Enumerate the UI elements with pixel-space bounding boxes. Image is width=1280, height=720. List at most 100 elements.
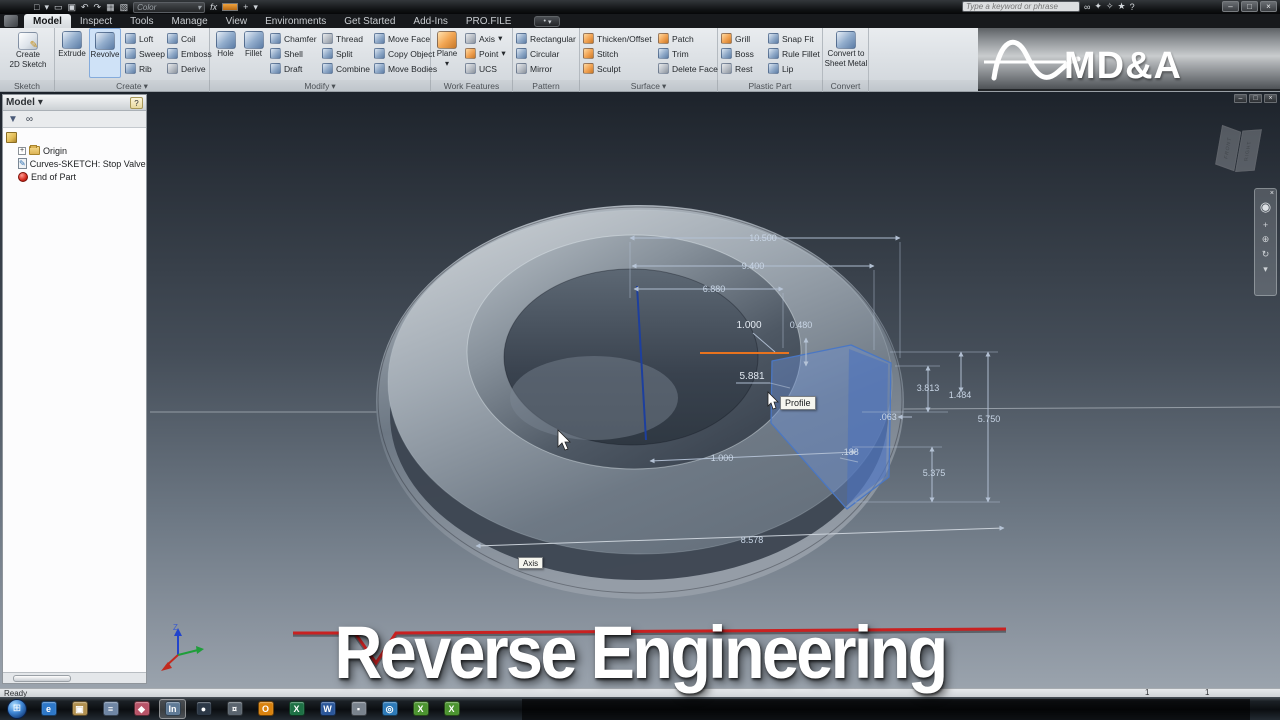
point-button[interactable]: Point ▾	[465, 47, 506, 60]
tab-view[interactable]: View	[217, 14, 257, 28]
taskbar-green-app-1[interactable]: X	[407, 699, 434, 719]
circular-pattern-button[interactable]: Circular	[516, 47, 576, 60]
create-2d-sketch-button[interactable]: Create 2D Sketch	[5, 29, 51, 70]
loft-button[interactable]: Loft	[125, 32, 165, 45]
search-input[interactable]	[962, 1, 1080, 12]
3d-viewport-canvas[interactable]: – □ × 10.500 9.400 6.880 1.000 0.480 5.8…	[0, 92, 1280, 690]
scrollbar-thumb[interactable]	[13, 674, 71, 682]
shell-button[interactable]: Shell	[270, 47, 317, 60]
emboss-button[interactable]: Emboss	[167, 47, 212, 60]
expander-icon[interactable]: +	[18, 146, 26, 155]
browser-header[interactable]: Model ▾ ?	[3, 95, 146, 111]
view-cube[interactable]: FRONT RIGHT	[1205, 113, 1273, 186]
tab-model[interactable]: Model	[24, 14, 71, 28]
mirror-button[interactable]: Mirror	[516, 62, 576, 75]
restore-button[interactable]: □	[1241, 1, 1258, 12]
taskbar-word[interactable]: W	[314, 699, 341, 719]
rectangular-pattern-button[interactable]: Rectangular	[516, 32, 576, 45]
filter-icon[interactable]: ▼	[8, 114, 18, 125]
derive-button[interactable]: Derive	[167, 62, 212, 75]
redo-icon[interactable]: ↷	[94, 2, 102, 12]
extrude-button[interactable]: Extrude	[57, 28, 87, 59]
orbit-icon[interactable]: ↻	[1262, 249, 1270, 260]
coil-button[interactable]: Coil	[167, 32, 212, 45]
find-icon[interactable]: ∞	[26, 114, 33, 125]
snap-fit-button[interactable]: Snap Fit	[768, 32, 820, 45]
tab-add-ins[interactable]: Add-Ins	[404, 14, 456, 28]
taskbar-green-app-2[interactable]: X	[438, 699, 465, 719]
thicken-offset-button[interactable]: Thicken/Offset	[583, 32, 652, 45]
search-binoculars-icon[interactable]: ∞	[1084, 2, 1090, 12]
rib-button[interactable]: Rib	[125, 62, 165, 75]
application-menu-icon[interactable]	[4, 15, 18, 27]
chamfer-button[interactable]: Chamfer	[270, 32, 317, 45]
sculpt-button[interactable]: Sculpt	[583, 62, 652, 75]
tab-environments[interactable]: Environments	[256, 14, 335, 28]
taskbar-notes-app[interactable]: ≡	[97, 699, 124, 719]
delete-face-button[interactable]: Delete Face	[658, 62, 718, 75]
tree-item-curves-sketch[interactable]: ✎ Curves-SKETCH: Stop Valve Sea	[18, 157, 146, 170]
browser-help-button[interactable]: ?	[130, 96, 143, 109]
rest-button[interactable]: Rest	[721, 62, 754, 75]
tab-inspect[interactable]: Inspect	[71, 14, 121, 28]
thread-button[interactable]: Thread	[322, 32, 370, 45]
revolve-button[interactable]: Revolve	[89, 28, 121, 78]
taskbar-internet-explorer[interactable]: e	[35, 699, 62, 719]
copy-object-button[interactable]: Copy Object	[374, 47, 437, 60]
tree-item-origin[interactable]: + Origin	[18, 144, 146, 157]
tab-profile[interactable]: PRO.FILE	[457, 14, 521, 28]
help-icon[interactable]: ?	[1130, 2, 1135, 12]
zoom-icon[interactable]: ⊕	[1262, 234, 1270, 245]
minimize-button[interactable]: –	[1222, 1, 1239, 12]
subscription-icon[interactable]: ✦	[1094, 1, 1102, 12]
tree-item-end-of-part[interactable]: End of Part	[18, 170, 146, 183]
undo-icon[interactable]: ↶	[81, 2, 89, 12]
pan-icon[interactable]: +	[1263, 220, 1268, 230]
trim-button[interactable]: Trim	[658, 47, 718, 60]
taskbar-phone-app[interactable]: ▪	[345, 699, 372, 719]
communication-center-icon[interactable]: ✧	[1106, 1, 1114, 12]
taskbar-media-app[interactable]: ◆	[128, 699, 155, 719]
move-bodies-button[interactable]: Move Bodies	[374, 62, 437, 75]
navbar-more-icon[interactable]: ▾	[1263, 264, 1268, 275]
toolbar-options-caret-icon[interactable]: ▾	[253, 2, 258, 12]
save-file-icon[interactable]: ▣	[67, 2, 76, 12]
toolbar-extra-button[interactable]: • ▾	[534, 16, 561, 27]
steering-wheel-icon[interactable]: ◉	[1260, 199, 1271, 215]
close-button[interactable]: ×	[1260, 1, 1277, 12]
boss-button[interactable]: Boss	[721, 47, 754, 60]
draft-button[interactable]: Draft	[270, 62, 317, 75]
ucs-button[interactable]: UCS	[465, 62, 506, 75]
taskbar-utility-app[interactable]: ¤	[221, 699, 248, 719]
grill-button[interactable]: Grill	[721, 32, 754, 45]
panel-label-modify[interactable]: Modify ▾	[210, 80, 431, 92]
navbar-close-icon[interactable]: ×	[1270, 190, 1274, 197]
taskbar-file-explorer[interactable]: ▣	[66, 699, 93, 719]
panel-label-create[interactable]: Create ▾	[55, 80, 210, 92]
sweep-button[interactable]: Sweep	[125, 47, 165, 60]
patch-button[interactable]: Patch	[658, 32, 718, 45]
taskbar-excel[interactable]: X	[283, 699, 310, 719]
axis-button[interactable]: Axis ▾	[465, 32, 506, 45]
favorites-icon[interactable]: ★	[1118, 1, 1126, 12]
image-icon[interactable]: ▦	[106, 2, 115, 12]
plane-button[interactable]: Plane ▾	[433, 28, 461, 69]
tab-get-started[interactable]: Get Started	[335, 14, 404, 28]
plus-icon[interactable]: +	[243, 2, 248, 12]
start-button[interactable]: ⊞	[7, 698, 27, 719]
sketch-display-icon[interactable]: ▧	[120, 2, 129, 12]
taskbar-browser-app[interactable]: ◎	[376, 699, 403, 719]
tab-manage[interactable]: Manage	[163, 14, 217, 28]
material-swatch[interactable]	[222, 3, 239, 11]
open-file-icon[interactable]: ▭	[54, 2, 63, 12]
taskbar-dark-app[interactable]: ●	[190, 699, 217, 719]
move-face-button[interactable]: Move Face	[374, 32, 437, 45]
tab-tools[interactable]: Tools	[121, 14, 162, 28]
new-file-icon[interactable]: □	[34, 2, 39, 12]
taskbar-outlook[interactable]: O	[252, 699, 279, 719]
stitch-button[interactable]: Stitch	[583, 47, 652, 60]
caret-icon[interactable]: ▾	[44, 2, 49, 12]
taskbar-inventor-active[interactable]: In	[159, 698, 186, 719]
color-dropdown[interactable]: Color ▾	[133, 1, 206, 13]
split-button[interactable]: Split	[322, 47, 370, 60]
